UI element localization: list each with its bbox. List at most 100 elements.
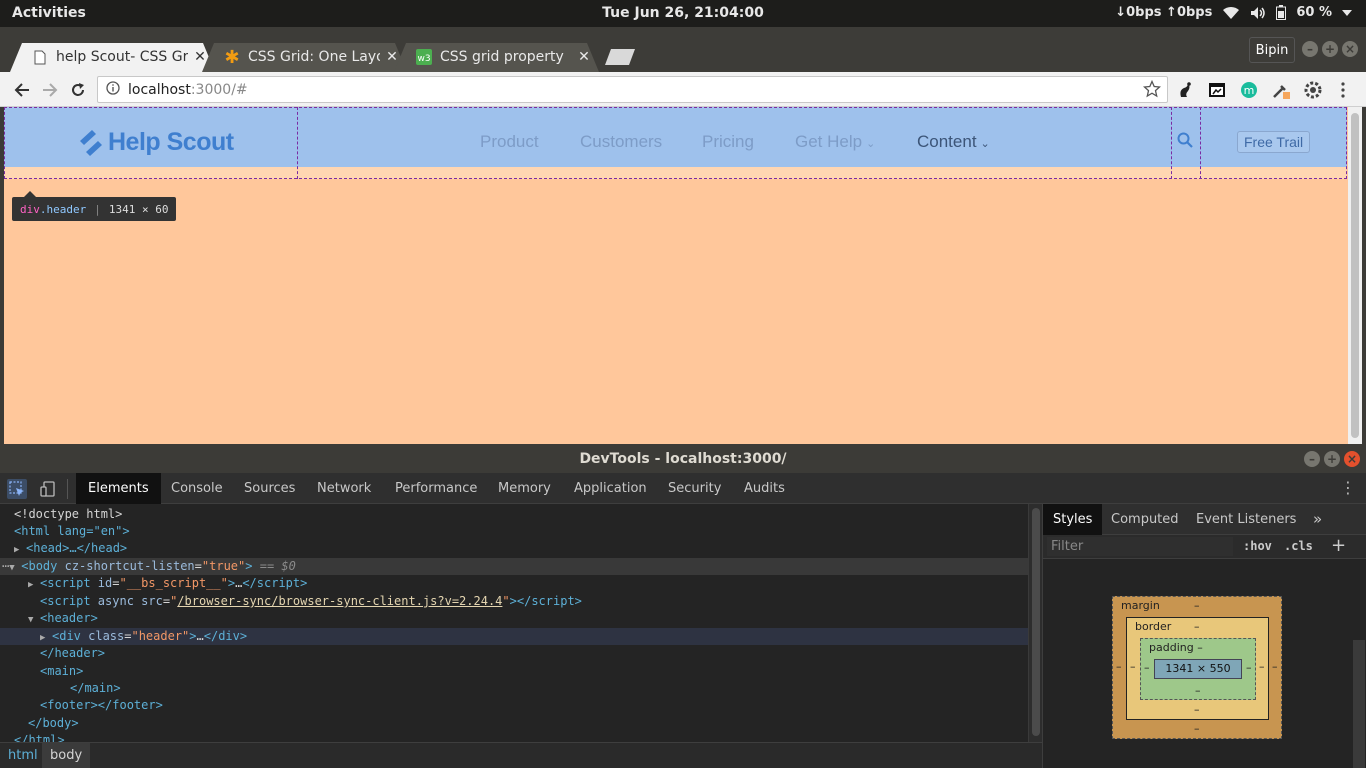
bookmark-star-icon[interactable] [1142,79,1162,102]
dom-node-header[interactable]: ▼ <header> [0,610,1028,627]
devtools-menu-icon[interactable]: ⋮ [1340,479,1356,497]
dom-node-html-close[interactable]: </html> [0,732,1028,742]
dom-node-body[interactable]: ⋯▼ <body cz-shortcut-listen="true"> == $0 [0,558,1028,575]
forward-button[interactable] [39,79,61,101]
hov-toggle[interactable]: :hov [1243,539,1272,553]
margin-top-value[interactable]: – [1194,599,1200,612]
border-right-value[interactable]: – [1259,660,1265,673]
tab-help-scout[interactable]: help Scout- CSS Grid ✕ [10,42,215,72]
tab-css-grid-property[interactable]: w3 CSS grid property ✕ [394,42,599,72]
back-button[interactable] [11,79,33,101]
box-model-border[interactable]: border – – – – padding – – – – 1341 × 55… [1126,617,1269,720]
dom-node-main[interactable]: <main> [0,663,1028,680]
nav-customers[interactable]: Customers [580,132,662,152]
box-model-padding[interactable]: padding – – – – 1341 × 550 [1140,638,1256,700]
dom-node-footer[interactable]: <footer></footer> [0,697,1028,714]
window-extension-icon[interactable] [1207,80,1227,100]
dom-node-doctype[interactable]: <!doctype html> [0,506,1028,523]
m-extension-icon[interactable]: m [1239,80,1259,100]
dom-node-script[interactable]: ▶ <script id="__bs_script__">…</script> [0,575,1028,592]
gnome-extension-icon[interactable] [1175,80,1195,100]
help-scout-logo[interactable]: Help Scout [78,128,234,157]
tab-css-grid-one-layout[interactable]: ✱ CSS Grid: One Layout ✕ [202,42,407,72]
add-rule-icon[interactable]: + [1331,535,1346,556]
nav-content[interactable]: Content ⌄ [917,132,990,152]
minimize-button[interactable]: – [1302,41,1318,57]
tab-computed[interactable]: Computed [1101,504,1189,535]
node-attr-value: "true" [201,559,246,573]
tab-audits[interactable]: Audits [732,473,797,504]
styles-filter-input[interactable] [1047,537,1233,556]
breadcrumb-html[interactable]: html [0,743,46,768]
breadcrumb-body[interactable]: body [42,743,91,768]
page-scrollbar[interactable] [1348,107,1362,444]
tab-application[interactable]: Application [562,473,659,504]
dom-node-html[interactable]: <html lang="en"> [0,523,1028,540]
expand-triangle-icon[interactable]: ▶ [14,542,26,559]
cls-toggle[interactable]: .cls [1284,539,1313,553]
node-attr-link[interactable]: /browser-sync/browser-sync-client.js?v=2… [177,594,502,608]
nav-get-help[interactable]: Get Help ⌄ [795,132,875,152]
inspect-element-icon[interactable] [7,479,27,499]
info-icon[interactable] [106,80,120,99]
tab-styles[interactable]: Styles [1043,504,1103,535]
margin-right-value[interactable]: – [1272,660,1278,673]
tab-console[interactable]: Console [159,473,235,504]
minimize-button[interactable]: – [1304,451,1320,467]
dom-node-head[interactable]: ▶ <head>…</head> [0,540,1028,557]
border-top-value[interactable]: – [1194,620,1200,633]
activities-button[interactable]: Activities [12,5,86,21]
more-tabs-icon[interactable]: » [1303,504,1332,535]
tab-network[interactable]: Network [305,473,383,504]
devtools-title: DevTools - localhost:3000/ [0,446,1366,473]
margin-bottom-value[interactable]: – [1194,722,1200,735]
dom-node-div-header[interactable]: ▶ <div class="header">…</div> [0,628,1028,645]
margin-left-value[interactable]: – [1116,660,1122,673]
box-model-margin[interactable]: margin – – – – border – – – – padding – … [1112,596,1282,739]
box-model-content-size[interactable]: 1341 × 550 [1154,659,1242,679]
maximize-button[interactable]: + [1322,41,1338,57]
new-tab-button[interactable] [605,49,635,65]
profile-button[interactable]: Bipin [1249,37,1295,63]
padding-left-value[interactable]: – [1144,661,1150,674]
free-trial-button[interactable]: Free Trail [1237,131,1311,153]
tab-memory[interactable]: Memory [486,473,563,504]
dom-node-script[interactable]: <script async src="/browser-sync/browser… [0,593,1028,610]
tab-security[interactable]: Security [656,473,733,504]
dom-node-body-close[interactable]: </body> [0,715,1028,732]
expand-triangle-icon[interactable]: ▶ [28,577,40,594]
close-window-button[interactable]: × [1344,451,1360,467]
close-icon[interactable]: ✕ [385,49,399,65]
close-icon[interactable]: ✕ [577,49,591,65]
chrome-menu-icon[interactable] [1333,80,1353,100]
tab-performance[interactable]: Performance [383,473,489,504]
reload-button[interactable] [67,79,89,101]
eyedropper-extension-icon[interactable] [1271,80,1291,100]
dom-node-main-close[interactable]: </main> [0,680,1028,697]
close-window-button[interactable]: × [1342,41,1358,57]
system-tray[interactable]: ↓0bps ↑0bps 60 % [1115,5,1352,20]
padding-right-value[interactable]: – [1246,661,1252,674]
dom-node-header-close[interactable]: </header> [0,645,1028,662]
border-bottom-value[interactable]: – [1194,703,1200,716]
maximize-button[interactable]: + [1324,451,1340,467]
elements-scrollbar[interactable] [1028,504,1042,742]
address-bar[interactable]: localhost:3000/# [97,76,1168,103]
padding-bottom-value[interactable]: – [1195,684,1201,697]
close-icon[interactable]: ✕ [193,49,207,65]
collapse-triangle-icon[interactable]: ▼ [28,612,40,629]
device-toolbar-icon[interactable] [38,479,58,499]
tab-elements[interactable]: Elements [76,473,161,504]
box-model-diagram: margin – – – – border – – – – padding – … [1112,596,1282,739]
border-left-value[interactable]: – [1130,660,1136,673]
tab-sources[interactable]: Sources [232,473,307,504]
nav-pricing[interactable]: Pricing [702,132,754,152]
nav-product[interactable]: Product [480,132,539,152]
scrollbar-thumb[interactable] [1351,113,1359,438]
sidebar-scrollbar[interactable] [1353,640,1365,768]
gear-extension-icon[interactable] [1303,80,1323,100]
scrollbar-thumb[interactable] [1032,508,1040,736]
search-icon[interactable] [1177,132,1193,152]
tab-event-listeners[interactable]: Event Listeners [1186,504,1306,535]
node-attr: async src [97,594,163,608]
